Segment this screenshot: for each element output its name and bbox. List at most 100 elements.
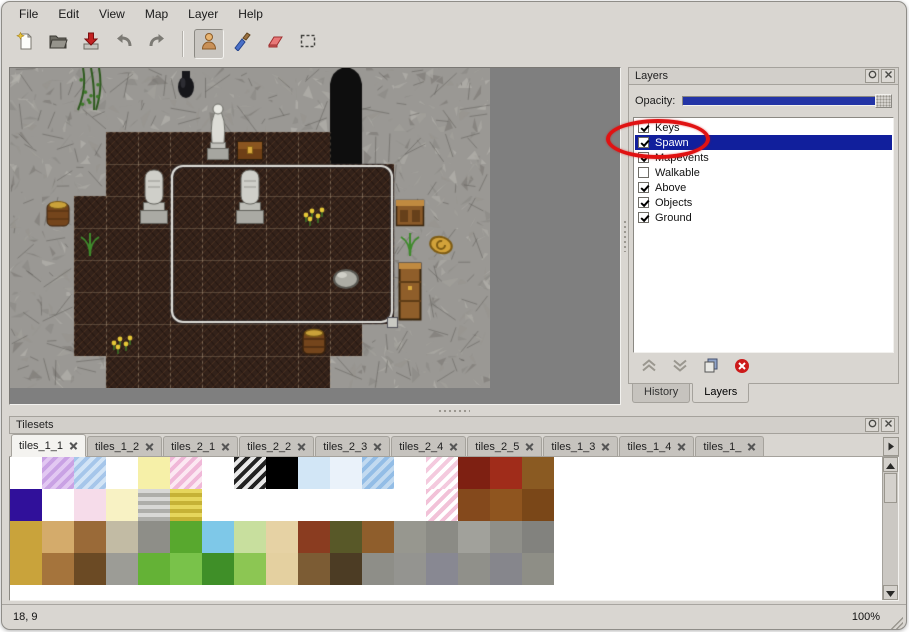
tileset-tile[interactable] [426,489,458,521]
tileset-tile[interactable] [74,457,106,489]
tileset-tile[interactable] [490,521,522,553]
delete-layer-button[interactable] [734,358,750,379]
tileset-tile[interactable] [330,489,362,521]
window-resize-grip[interactable] [888,614,903,629]
tileset-tile[interactable] [298,489,330,521]
scroll-down-button[interactable] [883,585,898,600]
tileset-tile[interactable] [74,553,106,585]
tileset-tile[interactable] [362,489,394,521]
tileset-tile[interactable] [42,521,74,553]
tileset-tile[interactable] [426,521,458,553]
tileset-tile[interactable] [458,553,490,585]
tileset-palette[interactable] [10,457,555,600]
menu-item-help[interactable]: Help [229,4,272,24]
detach-panel-button[interactable] [865,69,879,83]
tileset-tile[interactable] [234,521,266,553]
vertical-splitter[interactable] [621,67,628,405]
menu-item-file[interactable]: File [10,4,47,24]
layer-checkbox[interactable] [638,122,649,133]
eraser-tool-button[interactable] [260,29,290,59]
tileset-tile[interactable] [394,521,426,553]
layer-row-objects[interactable]: Objects [635,195,892,210]
tileset-tile[interactable] [298,553,330,585]
tileset-tile[interactable] [202,489,234,521]
tileset-tile[interactable] [106,489,138,521]
tileset-tile[interactable] [330,521,362,553]
tileset-tile[interactable] [170,489,202,521]
close-panel-button[interactable] [881,418,895,432]
layer-row-keys[interactable]: Keys [635,120,892,135]
tileset-tile[interactable] [10,489,42,521]
tileset-tile[interactable] [106,521,138,553]
tileset-tile[interactable] [74,521,106,553]
tileset-tile[interactable] [106,553,138,585]
select-tool-button[interactable] [293,29,323,59]
tileset-tile[interactable] [202,521,234,553]
tileset-tile[interactable] [234,457,266,489]
tileset-tile[interactable] [10,553,42,585]
undo-button[interactable] [109,29,139,59]
tab-close-icon[interactable] [677,442,686,451]
menu-item-edit[interactable]: Edit [49,4,88,24]
tileset-tile[interactable] [42,457,74,489]
tab-scroll-right-button[interactable] [883,437,899,456]
tileset-tile[interactable] [490,489,522,521]
tileset-tile[interactable] [330,457,362,489]
tab-layers[interactable]: Layers [692,383,749,403]
tileset-tile[interactable] [10,457,42,489]
tileset-tile[interactable] [458,521,490,553]
tileset-tile[interactable] [394,489,426,521]
layer-checkbox[interactable] [638,137,649,148]
tileset-tile[interactable] [202,553,234,585]
tileset-tile[interactable] [298,457,330,489]
tileset-tile[interactable] [490,553,522,585]
tileset-tab[interactable]: tiles_2_5 [467,436,542,456]
tileset-tile[interactable] [362,457,394,489]
layer-checkbox[interactable] [638,182,649,193]
tileset-tab[interactable]: tiles_2_2 [239,436,314,456]
tileset-tile[interactable] [362,521,394,553]
tileset-tile[interactable] [394,457,426,489]
layer-row-above[interactable]: Above [635,180,892,195]
layer-checkbox[interactable] [638,152,649,163]
tileset-tile[interactable] [138,457,170,489]
tileset-tile[interactable] [138,553,170,585]
tileset-tile[interactable] [170,553,202,585]
tab-close-icon[interactable] [747,442,756,451]
move-layer-up-button[interactable] [641,359,657,377]
tileset-tile[interactable] [170,457,202,489]
tileset-tile[interactable] [330,553,362,585]
layer-row-mapevents[interactable]: Mapevents [635,150,892,165]
tileset-tile[interactable] [170,521,202,553]
tileset-tile[interactable] [458,457,490,489]
tileset-tile[interactable] [426,553,458,585]
tab-close-icon[interactable] [525,442,534,451]
map-viewport[interactable] [9,67,621,405]
fill-tool-button[interactable] [227,29,257,59]
tileset-tile[interactable] [490,457,522,489]
tileset-tile[interactable] [522,553,554,585]
tileset-tile[interactable] [138,521,170,553]
tileset-tile[interactable] [138,489,170,521]
map-canvas[interactable] [10,68,490,388]
new-file-button[interactable] [10,29,40,59]
tileset-tile[interactable] [234,553,266,585]
layer-row-walkable[interactable]: Walkable [635,165,892,180]
tileset-tile[interactable] [10,521,42,553]
duplicate-layer-button[interactable] [703,358,719,378]
tileset-tile[interactable] [522,521,554,553]
save-button[interactable] [76,29,106,59]
opacity-slider[interactable] [682,96,892,106]
redo-button[interactable] [142,29,172,59]
tab-close-icon[interactable] [145,442,154,451]
tileset-tile[interactable] [522,457,554,489]
scrollbar-thumb[interactable] [884,473,897,503]
tileset-tab[interactable]: tiles_1_2 [87,436,162,456]
tileset-tile[interactable] [266,553,298,585]
tileset-tile[interactable] [234,489,266,521]
tileset-tab[interactable]: tiles_2_4 [391,436,466,456]
tileset-tile[interactable] [42,553,74,585]
tab-close-icon[interactable] [297,442,306,451]
tileset-tab[interactable]: tiles_1_4 [619,436,694,456]
layer-checkbox[interactable] [638,167,649,178]
